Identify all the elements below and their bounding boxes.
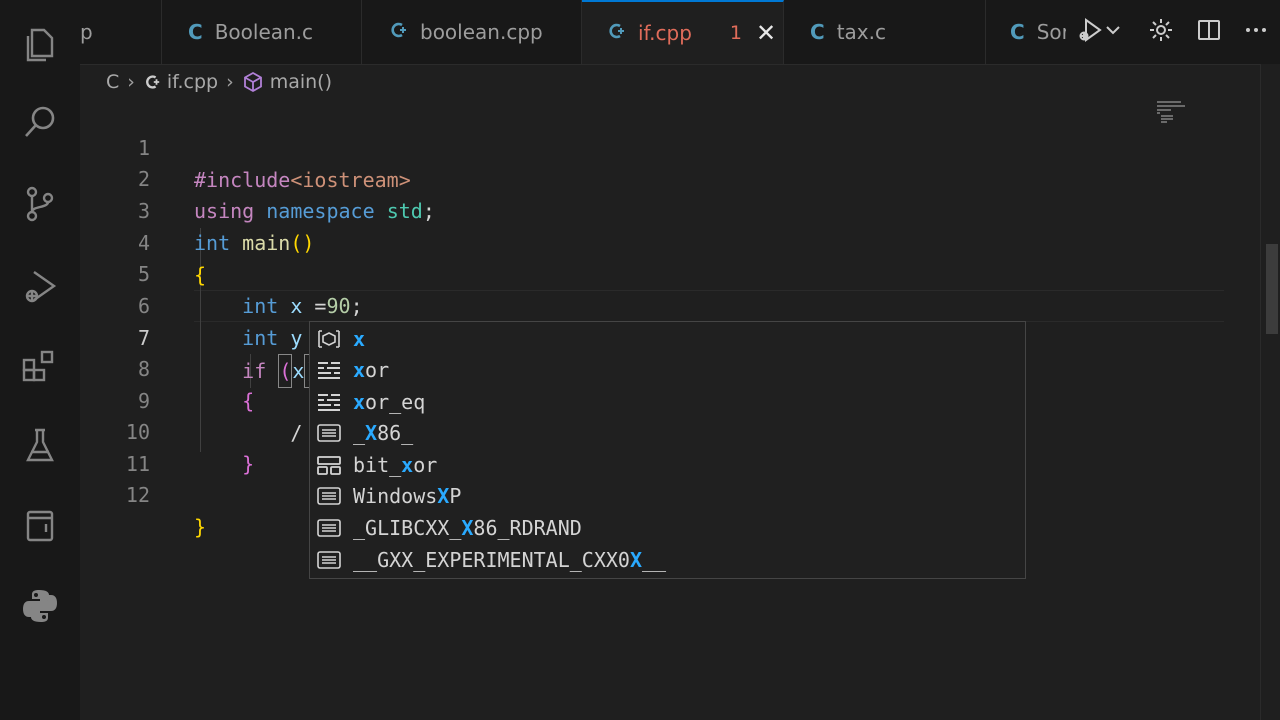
variable-icon (315, 328, 343, 350)
chevron-down-icon[interactable] (1099, 16, 1127, 48)
text-icon (315, 549, 343, 571)
suggestion-item[interactable]: xor_eq (310, 386, 1025, 418)
code-line: 5 int x =90; (80, 226, 1180, 318)
suggestion-text: __GXX_EXPERIMENTAL_CXX0 (353, 548, 630, 572)
suggestion-text: __ (642, 548, 667, 572)
suggestion-text: _GLIBCXX_ (353, 516, 462, 540)
suggestion-text: 86_ (377, 421, 414, 445)
suggestion-text: bit_ (353, 453, 402, 477)
suggestion-text: P (449, 484, 462, 508)
autocomplete-widget: x xor xor_eq _X86_ bit_xor WindowsXP _GL… (309, 321, 1026, 579)
suggestion-item[interactable]: WindowsXP (310, 480, 1025, 512)
suggestion-text: or_eq (365, 390, 426, 414)
token: } (194, 515, 207, 539)
scrollbar-thumb[interactable] (1266, 244, 1278, 334)
tab-label: Sor (1036, 20, 1070, 44)
split-editor-icon[interactable] (1195, 16, 1223, 48)
suggestion-match: X (365, 421, 378, 445)
tab-partial-left[interactable]: p (80, 0, 162, 64)
extensions-icon[interactable] (16, 342, 64, 390)
suggestion-item[interactable]: bit_xor (310, 449, 1025, 481)
suggestion-match: X (629, 548, 642, 572)
c-file-icon: C (188, 20, 203, 44)
editor-actions (1066, 0, 1280, 64)
more-actions-icon[interactable] (1242, 16, 1270, 48)
text-icon (315, 422, 343, 444)
breadcrumb-symbol[interactable]: main() (270, 71, 332, 93)
suggestion-match: x (353, 327, 366, 351)
suggestion-item[interactable]: _X86_ (310, 417, 1025, 449)
chevron-right-icon: › (226, 71, 234, 93)
suggestion-match: X (437, 484, 450, 508)
breadcrumb-file[interactable]: if.cpp (167, 71, 218, 93)
suggestion-match: x (401, 453, 414, 477)
vertical-scrollbar[interactable] (1260, 64, 1280, 720)
python-icon[interactable] (16, 582, 64, 630)
minimap[interactable] (1155, 100, 1185, 126)
explorer-icon[interactable] (16, 20, 64, 68)
suggestion-match: X (461, 516, 474, 540)
keyword-icon (315, 391, 343, 413)
code-line: 6 int y =87; (80, 258, 1180, 350)
code-line: 4 { (80, 195, 1180, 287)
suggestion-item[interactable]: __GXX_EXPERIMENTAL_CXX0X__ (310, 544, 1025, 576)
remote-icon[interactable] (16, 502, 64, 550)
code-line: 1 #include<iostream> (80, 100, 1180, 192)
close-icon[interactable]: ✕ (756, 19, 776, 47)
gear-icon[interactable] (1147, 16, 1175, 48)
suggestion-text: or (365, 358, 390, 382)
run-debug-icon[interactable] (16, 262, 64, 310)
search-icon[interactable] (16, 98, 64, 146)
tab-boolean-cpp[interactable]: boolean.cpp (362, 0, 582, 64)
code-line: 3 int main() (80, 163, 1180, 255)
keyword-icon (315, 359, 343, 381)
testing-icon[interactable] (16, 422, 64, 470)
activity-bar (0, 0, 80, 720)
struct-icon (315, 454, 343, 476)
c-file-icon: C (810, 20, 825, 44)
c-file-icon: C (1010, 20, 1025, 44)
breadcrumb: C › if.cpp › main() (106, 68, 332, 96)
breadcrumb-folder[interactable]: C (106, 71, 119, 93)
chevron-right-icon: › (127, 71, 135, 93)
text-icon (315, 485, 343, 507)
tab-tax-c[interactable]: C tax.c (784, 0, 986, 64)
suggestion-text: or (413, 453, 438, 477)
suggestion-match: x (353, 390, 366, 414)
code-line: 7 if (x) (80, 290, 1180, 388)
line-number: 12 (125, 483, 150, 507)
tab-bar: p C Boolean.c boolean.cpp if.cpp 1 ✕ C t… (80, 0, 1280, 65)
source-control-icon[interactable] (16, 180, 64, 228)
suggestion-text: _ (353, 421, 366, 445)
cpp-file-icon (143, 73, 161, 91)
cpp-file-icon (606, 21, 626, 46)
text-icon (315, 517, 343, 539)
tab-label: Boolean.c (214, 20, 314, 44)
problem-count-badge: 1 (729, 22, 742, 44)
cpp-file-icon (388, 20, 408, 45)
suggestion-item[interactable]: xor (310, 354, 1025, 386)
tab-boolean-c[interactable]: C Boolean.c (162, 0, 362, 64)
tab-label: if.cpp (638, 21, 692, 45)
suggestion-text: 86_RDRAND (473, 516, 582, 540)
suggestion-item[interactable]: x (310, 323, 1025, 355)
tab-label: tax.c (836, 20, 886, 44)
symbol-method-icon (242, 71, 264, 93)
tab-if-cpp[interactable]: if.cpp 1 ✕ (582, 0, 784, 64)
tab-label: p (80, 20, 93, 44)
suggestion-match: x (353, 358, 366, 382)
suggestion-text: Windows (353, 484, 438, 508)
tab-label: boolean.cpp (420, 20, 543, 44)
code-line: 2 using namespace std; (80, 131, 1180, 223)
suggestion-item[interactable]: _GLIBCXX_X86_RDRAND (310, 512, 1025, 544)
